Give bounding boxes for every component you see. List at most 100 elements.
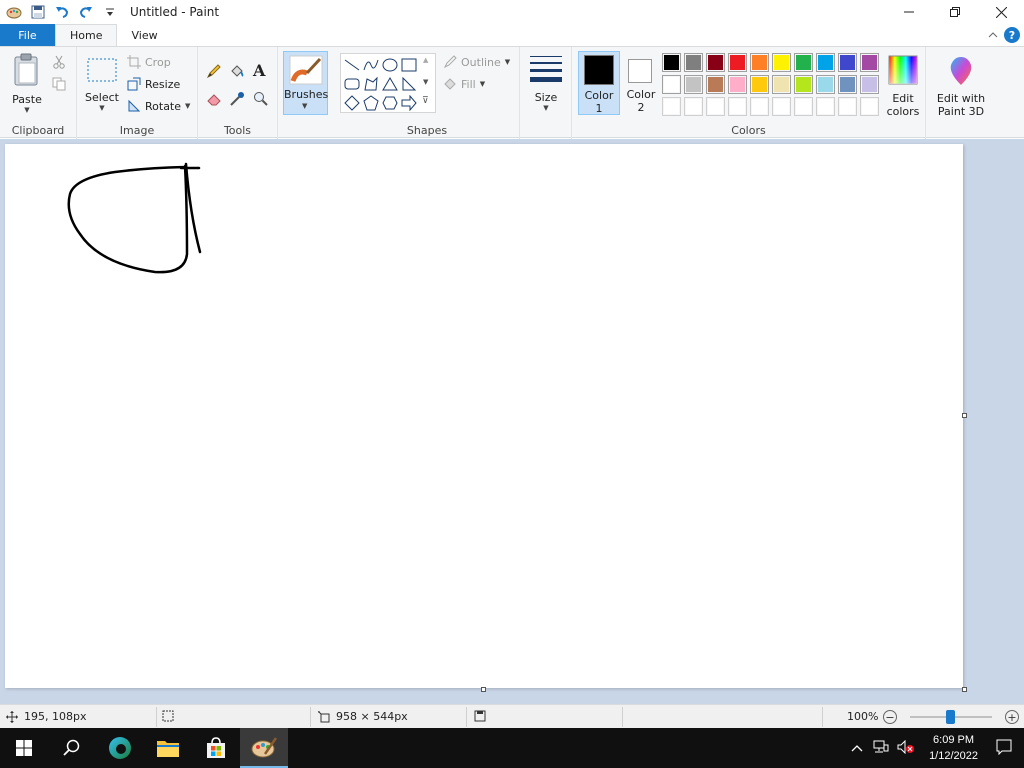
palette-swatch[interactable] [728, 75, 747, 94]
collapse-ribbon-icon[interactable] [988, 29, 998, 42]
brushes-button[interactable]: Brushes ▼ [283, 51, 328, 115]
clock[interactable]: 6:09 PM 1/12/2022 [919, 732, 988, 764]
palette-swatch[interactable] [750, 97, 769, 116]
resize-handle-right[interactable] [962, 413, 967, 418]
rounded-rectangle-shape-icon[interactable] [343, 75, 361, 93]
palette-swatch[interactable] [772, 75, 791, 94]
shapes-expand-icon[interactable]: ⊽ [422, 96, 429, 106]
hexagon-shape-icon[interactable] [381, 94, 399, 112]
chevron-down-icon: ▼ [543, 104, 549, 112]
outline-button[interactable]: Outline ▼ [443, 55, 510, 69]
color1-button[interactable]: Color 1 [578, 51, 620, 115]
palette-swatch[interactable] [838, 53, 857, 72]
text-tool-icon[interactable]: A [253, 61, 265, 80]
palette-swatch[interactable] [794, 97, 813, 116]
fill-bucket-icon[interactable] [229, 63, 245, 82]
palette-swatch[interactable] [706, 53, 725, 72]
edit-colors-button[interactable]: Edit colors [884, 53, 922, 118]
palette-swatch[interactable] [706, 97, 725, 116]
edge-taskbar-button[interactable] [96, 728, 144, 768]
select-button[interactable]: Select ▼ [83, 57, 121, 112]
cut-icon[interactable] [52, 55, 66, 72]
palette-swatch[interactable] [838, 97, 857, 116]
palette-swatch[interactable] [662, 97, 681, 116]
file-explorer-taskbar-button[interactable] [144, 728, 192, 768]
color2-button[interactable]: Color 2 [622, 51, 660, 115]
palette-swatch[interactable] [684, 97, 703, 116]
show-hidden-icons-icon[interactable] [845, 742, 869, 755]
restore-button[interactable] [932, 0, 978, 24]
volume-muted-icon[interactable] [893, 739, 919, 757]
start-button[interactable] [0, 728, 48, 768]
resize-handle-corner[interactable] [962, 687, 967, 692]
oval-shape-icon[interactable] [381, 56, 399, 74]
palette-swatch[interactable] [816, 53, 835, 72]
shapes-scroll-up-icon[interactable]: ▲ [423, 56, 428, 64]
palette-swatch[interactable] [860, 97, 879, 116]
eraser-icon[interactable] [206, 91, 222, 110]
zoom-out-button[interactable]: − [883, 710, 897, 724]
undo-icon[interactable] [52, 2, 72, 22]
palette-swatch[interactable] [684, 53, 703, 72]
copy-icon[interactable] [52, 77, 66, 94]
selection-icon [162, 710, 174, 722]
palette-swatch[interactable] [838, 75, 857, 94]
crop-button[interactable]: Crop [127, 55, 171, 69]
palette-swatch[interactable] [728, 53, 747, 72]
curve-shape-icon[interactable] [362, 56, 380, 74]
zoom-slider-thumb[interactable] [946, 710, 955, 724]
polygon-shape-icon[interactable] [362, 75, 380, 93]
save-icon[interactable] [28, 2, 48, 22]
rotate-button[interactable]: Rotate ▼ [127, 99, 190, 113]
palette-swatch[interactable] [816, 75, 835, 94]
fill-button[interactable]: Fill ▼ [443, 77, 485, 91]
paste-button[interactable]: Paste ▼ [8, 53, 46, 114]
pencil-icon[interactable] [206, 63, 222, 82]
palette-swatch[interactable] [750, 75, 769, 94]
color-picker-icon[interactable] [229, 91, 245, 110]
shapes-scroll-down-icon[interactable]: ▼ [423, 78, 428, 86]
right-triangle-shape-icon[interactable] [400, 75, 418, 93]
palette-swatch[interactable] [662, 75, 681, 94]
palette-swatch[interactable] [750, 53, 769, 72]
zoom-in-button[interactable]: + [1005, 710, 1019, 724]
tab-home[interactable]: Home [55, 24, 118, 46]
palette-swatch[interactable] [706, 75, 725, 94]
resize-handle-bottom[interactable] [481, 687, 486, 692]
palette-swatch[interactable] [772, 97, 791, 116]
edit-with-paint3d-button[interactable]: Edit with Paint 3D [930, 53, 992, 118]
magnifier-icon[interactable] [253, 91, 269, 110]
diamond-shape-icon[interactable] [343, 94, 361, 112]
paint-taskbar-button[interactable] [240, 728, 288, 768]
rectangle-shape-icon[interactable] [400, 56, 418, 74]
notifications-icon[interactable] [988, 739, 1024, 758]
customize-qat-icon[interactable] [100, 2, 120, 22]
drawing-canvas[interactable] [5, 144, 963, 688]
palette-swatch[interactable] [860, 53, 879, 72]
help-icon[interactable]: ? [1004, 27, 1020, 43]
network-icon[interactable] [869, 740, 893, 757]
pentagon-shape-icon[interactable] [362, 94, 380, 112]
palette-swatch[interactable] [816, 97, 835, 116]
tab-file[interactable]: File [0, 24, 55, 46]
resize-button[interactable]: Resize [127, 77, 180, 91]
size-button[interactable]: Size ▼ [526, 53, 566, 112]
palette-swatch[interactable] [772, 53, 791, 72]
palette-swatch[interactable] [662, 53, 681, 72]
triangle-shape-icon[interactable] [381, 75, 399, 93]
palette-swatch[interactable] [728, 97, 747, 116]
close-button[interactable] [978, 0, 1024, 24]
store-taskbar-button[interactable] [192, 728, 240, 768]
arrow-shape-icon[interactable] [400, 94, 418, 112]
line-shape-icon[interactable] [343, 56, 361, 74]
paint-app-icon[interactable] [4, 2, 24, 22]
line-width-icon [530, 56, 562, 82]
search-button[interactable] [48, 728, 96, 768]
tab-view[interactable]: View [117, 24, 171, 46]
palette-swatch[interactable] [684, 75, 703, 94]
minimize-button[interactable] [886, 0, 932, 24]
palette-swatch[interactable] [794, 53, 813, 72]
palette-swatch[interactable] [860, 75, 879, 94]
palette-swatch[interactable] [794, 75, 813, 94]
redo-icon[interactable] [76, 2, 96, 22]
